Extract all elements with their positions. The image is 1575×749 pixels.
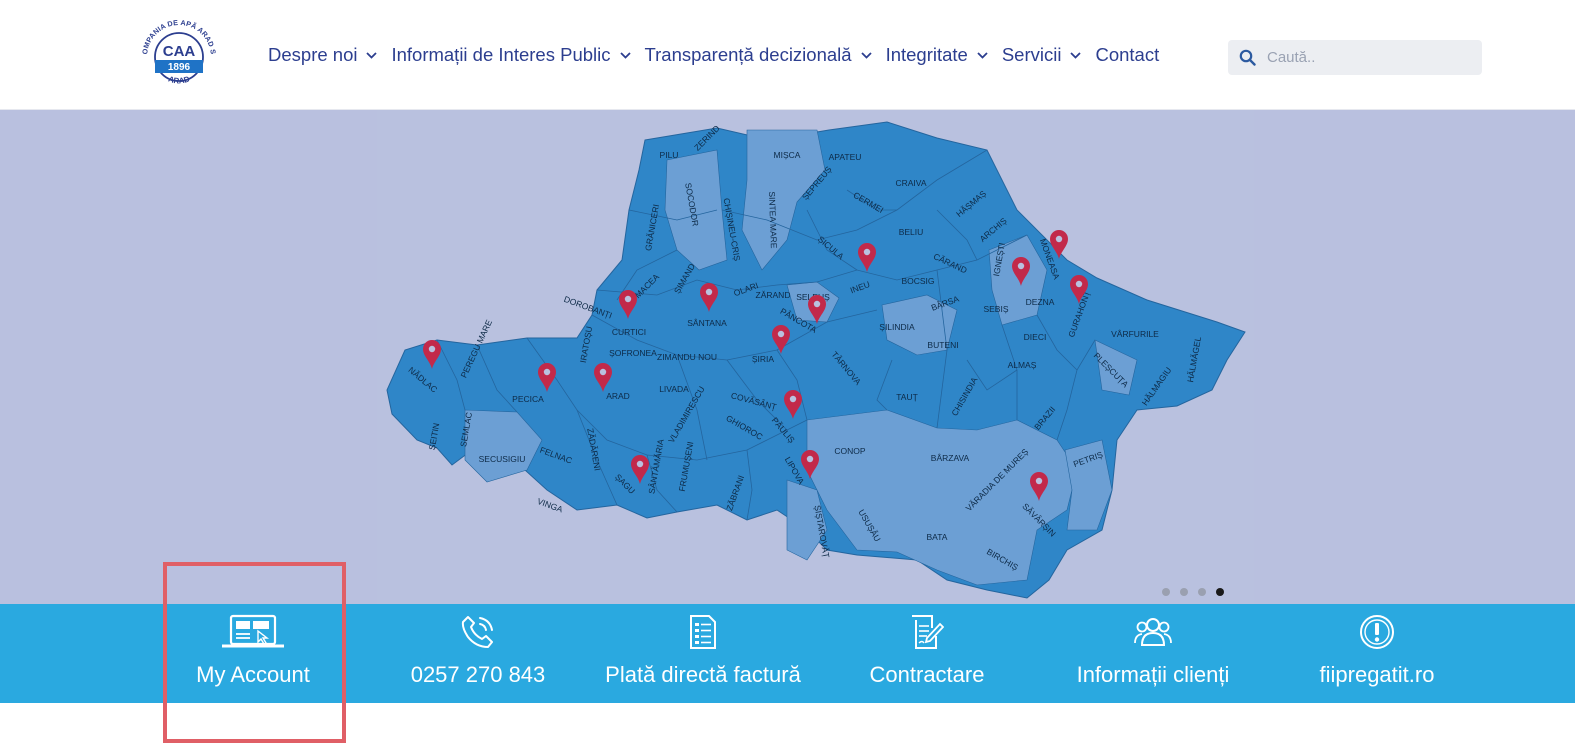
contract-icon (912, 615, 944, 649)
locality-label: ALMAȘ (1008, 360, 1037, 370)
company-logo[interactable]: COMPANIA DE APĂ ARAD SA ARAD CAA 1896 (138, 16, 220, 98)
locality-label: SEBIȘ (983, 304, 1008, 314)
locality-label: ZĂRAND (756, 290, 791, 300)
service-area-map: PILU ZERIND MIȘCA APATEU CRAIVA ȘEPREUȘ CERMEI… (377, 110, 1254, 604)
service-label: My Account (196, 662, 310, 687)
pin-hole (813, 300, 821, 308)
service-contracting[interactable]: Contractare (814, 604, 1040, 703)
chevron-down-icon (366, 51, 378, 59)
locality-label: ȘILINDIA (879, 322, 915, 332)
pin-hole (1017, 262, 1025, 270)
chevron-down-icon (1070, 51, 1082, 59)
locality-label: BATA (927, 532, 948, 542)
service-label: Informații clienți (1076, 662, 1230, 687)
nav-label: Despre noi (268, 44, 358, 65)
pin-hole (1075, 280, 1083, 288)
search-input[interactable] (1267, 49, 1467, 66)
nav-servicii[interactable]: Servicii (1002, 44, 1082, 66)
service-direct-payment[interactable]: Plată directă factură (590, 604, 816, 703)
nav-label: Integritate (885, 44, 968, 65)
slider-dot-active[interactable] (1216, 588, 1224, 596)
locality-label: BUTENI (927, 340, 958, 350)
locality-label: CURTICI (612, 327, 646, 337)
chevron-down-icon (977, 51, 988, 59)
locality-label: TAUȚ (896, 392, 918, 402)
service-fiipregatit[interactable]: fiipregatit.ro (1264, 604, 1490, 703)
locality-label: SINTEA MARE (767, 191, 779, 249)
nav-contact[interactable]: Contact (1095, 44, 1159, 66)
locality-label: CONOP (834, 446, 866, 456)
nav-label: Informații de Interes Public (391, 44, 611, 65)
service-label: fiipregatit.ro (1319, 662, 1435, 687)
site-header: COMPANIA DE APĂ ARAD SA ARAD CAA 1896 De… (0, 0, 1575, 110)
logo-year: 1896 (168, 62, 191, 73)
locality-label: SÂNTANA (687, 318, 727, 328)
pin-hole (777, 330, 785, 338)
service-label: 0257 270 843 (410, 662, 546, 687)
search-icon[interactable] (1239, 49, 1256, 66)
pin-hole (1055, 235, 1063, 243)
locality-label: BOCSIG (901, 276, 934, 286)
invoice-icon (690, 615, 716, 649)
pin-hole (428, 345, 436, 353)
pin-hole (705, 288, 713, 296)
locality-label: PECICA (512, 394, 544, 404)
arad-county-map: PILUZERINDMIȘCA APATEUCRAIVAȘEPREUȘCERMEI… (386, 121, 1246, 599)
pin-hole (543, 368, 551, 376)
nav-informatii-interes-public[interactable]: Informații de Interes Public (391, 44, 631, 66)
locality-label: LIVADA (659, 384, 689, 394)
pin-hole (624, 295, 632, 303)
locality-label: ZIMANDU NOU (657, 352, 717, 362)
service-label: Plată directă factură (605, 662, 801, 687)
locality-label: PILU (660, 150, 679, 160)
hero-slider: PILU ZERIND MIȘCA APATEU CRAIVA ȘEPREUȘ CERMEI… (0, 110, 1575, 604)
locality-label: CRAIVA (895, 178, 926, 188)
locality-label: BELIU (899, 227, 924, 237)
chevron-down-icon (860, 51, 872, 59)
locality-label: MIȘCA (774, 150, 801, 160)
pin-hole (806, 455, 814, 463)
locality-label: APATEU (829, 152, 862, 162)
chevron-down-icon (619, 51, 631, 59)
slider-dot[interactable] (1162, 588, 1170, 596)
nav-label: Servicii (1001, 44, 1062, 65)
pin-hole (863, 248, 871, 256)
main-nav: Despre noi Informații de Interes Public … (268, 44, 1159, 66)
locality-label: DEZNA (1026, 297, 1055, 307)
phone-icon (461, 616, 493, 648)
locality-label: ARAD (606, 391, 630, 401)
slider-dots (1162, 588, 1224, 596)
laptop-account-icon (222, 614, 284, 648)
search-box (1228, 40, 1482, 75)
locality-label: BÂRZAVA (931, 453, 970, 463)
logo-monogram: CAA (163, 43, 196, 60)
alert-icon (1360, 615, 1394, 649)
users-icon (1134, 618, 1172, 646)
service-phone[interactable]: 0257 270 843 (365, 604, 591, 703)
pin-hole (599, 368, 607, 376)
locality-label: SECUSIGIU (479, 454, 526, 464)
pin-hole (636, 460, 644, 468)
quick-services-bar: My Account 0257 270 843 Plată directă fa… (0, 604, 1575, 703)
slider-dot[interactable] (1180, 588, 1188, 596)
service-my-account[interactable]: My Account (140, 604, 366, 703)
nav-transparenta-decizionala[interactable]: Transparență decizională (645, 44, 872, 66)
nav-integritate[interactable]: Integritate (886, 44, 988, 66)
service-client-info[interactable]: Informații clienți (1040, 604, 1266, 703)
slider-dot[interactable] (1198, 588, 1206, 596)
nav-label: Transparență decizională (644, 44, 852, 65)
pin-hole (1035, 477, 1043, 485)
locality-label: VÂRFURILE (1111, 329, 1159, 339)
pin-hole (789, 395, 797, 403)
locality-label: DIECI (1024, 332, 1047, 342)
nav-despre-noi[interactable]: Despre noi (268, 44, 378, 66)
locality-label: ȘOFRONEA (609, 348, 657, 358)
locality-label: ȘIRIA (752, 354, 775, 364)
nav-label: Contact (1095, 44, 1160, 65)
service-label: Contractare (869, 662, 985, 687)
